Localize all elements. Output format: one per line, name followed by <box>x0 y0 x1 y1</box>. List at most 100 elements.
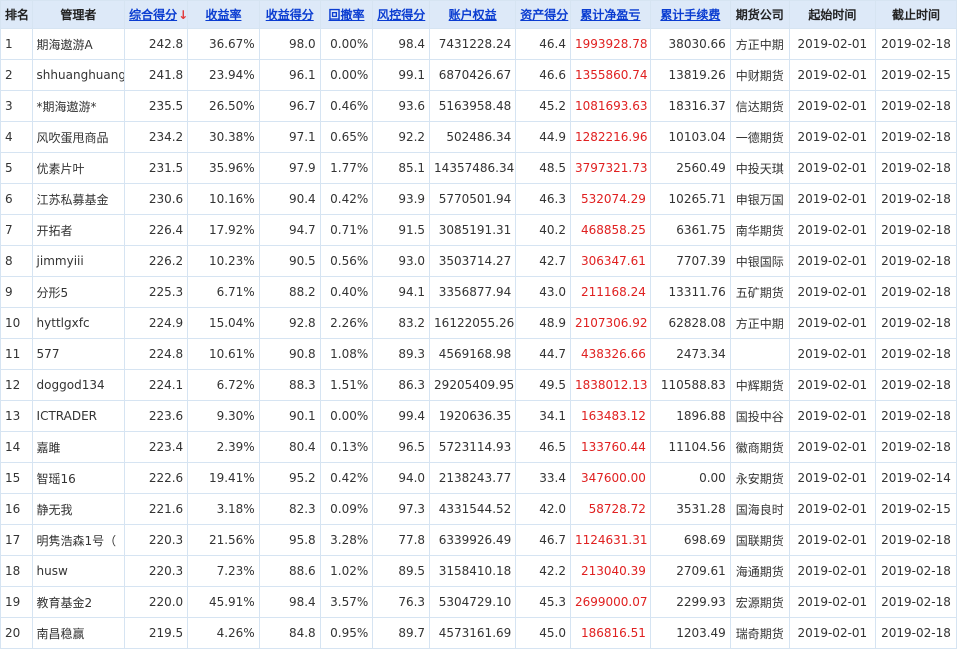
column-header-drawdown[interactable]: 回撤率 <box>319 0 374 29</box>
cell-asset-score: 42.7 <box>515 245 571 277</box>
column-header-label: 截止时间 <box>891 8 940 22</box>
column-header-return-rate[interactable]: 收益率 <box>187 0 260 29</box>
cell-total-score: 230.6 <box>124 183 189 215</box>
cell-fees: 2299.93 <box>649 586 731 618</box>
column-header-label[interactable]: 累计净盈亏 <box>580 8 640 22</box>
cell-manager: 风吹蛋甩商品 <box>31 121 126 153</box>
cell-risk-score: 93.0 <box>372 245 431 277</box>
column-header-label[interactable]: 资产得分 <box>520 8 568 22</box>
cell-end: 2019-02-15 <box>874 493 957 525</box>
column-header-label[interactable]: 累计手续费 <box>660 8 720 22</box>
cell-asset-score: 45.0 <box>515 617 571 649</box>
cell-return-score: 90.5 <box>258 245 321 277</box>
cell-end: 2019-02-18 <box>874 90 957 122</box>
column-header-label: 管理者 <box>60 8 97 22</box>
cell-net-profit: 211168.24 <box>569 276 651 308</box>
column-header-label[interactable]: 账户权益 <box>449 8 497 22</box>
cell-equity: 3085191.31 <box>429 214 517 246</box>
cell-manager: hyttlgxfc <box>31 307 126 339</box>
cell-end: 2019-02-18 <box>874 431 957 463</box>
cell-start: 2019-02-01 <box>788 183 876 215</box>
column-header-net-profit[interactable]: 累计净盈亏 <box>569 0 651 29</box>
cell-drawdown: 0.95% <box>319 617 374 649</box>
cell-company: 中财期货 <box>729 59 790 91</box>
column-header-label[interactable]: 综合得分 <box>129 8 177 22</box>
cell-start: 2019-02-01 <box>788 307 876 339</box>
cell-return-rate: 26.50% <box>187 90 260 122</box>
cell-return-score: 92.8 <box>258 307 321 339</box>
cell-total-score: 223.4 <box>124 431 189 463</box>
cell-rank: 8 <box>0 245 33 277</box>
cell-rank: 18 <box>0 555 33 587</box>
column-header-fees[interactable]: 累计手续费 <box>649 0 731 29</box>
cell-return-rate: 7.23% <box>187 555 260 587</box>
cell-equity: 5770501.94 <box>429 183 517 215</box>
cell-start: 2019-02-01 <box>788 28 876 60</box>
cell-net-profit: 186816.51 <box>569 617 651 649</box>
cell-asset-score: 46.4 <box>515 28 571 60</box>
cell-end: 2019-02-18 <box>874 586 957 618</box>
column-header-label[interactable]: 收益得分 <box>266 8 314 22</box>
cell-manager: 南昌稳赢 <box>31 617 126 649</box>
cell-net-profit: 1993928.78 <box>569 28 651 60</box>
cell-rank: 2 <box>0 59 33 91</box>
column-header-equity[interactable]: 账户权益 <box>429 0 517 29</box>
cell-return-score: 96.7 <box>258 90 321 122</box>
cell-return-score: 98.4 <box>258 586 321 618</box>
cell-end: 2019-02-18 <box>874 276 957 308</box>
cell-total-score: 241.8 <box>124 59 189 91</box>
cell-fees: 2560.49 <box>649 152 731 184</box>
column-header-label[interactable]: 回撤率 <box>328 8 364 22</box>
column-header-asset-score[interactable]: 资产得分 <box>515 0 571 29</box>
cell-end: 2019-02-18 <box>874 555 957 587</box>
cell-net-profit: 306347.61 <box>569 245 651 277</box>
cell-return-rate: 21.56% <box>187 524 260 556</box>
cell-start: 2019-02-01 <box>788 400 876 432</box>
cell-end: 2019-02-18 <box>874 524 957 556</box>
cell-end: 2019-02-18 <box>874 121 957 153</box>
cell-start: 2019-02-01 <box>788 524 876 556</box>
cell-company: 方正中期 <box>729 28 790 60</box>
cell-total-score: 224.9 <box>124 307 189 339</box>
cell-risk-score: 94.0 <box>372 462 431 494</box>
cell-start: 2019-02-01 <box>788 152 876 184</box>
cell-company: 中辉期货 <box>729 369 790 401</box>
table-row: 6 江苏私募基金 230.6 10.16% 90.4 0.42% 93.9 5770501.9… <box>0 183 957 215</box>
cell-end: 2019-02-18 <box>874 400 957 432</box>
cell-end: 2019-02-18 <box>874 152 957 184</box>
cell-rank: 15 <box>0 462 33 494</box>
cell-asset-score: 34.1 <box>515 400 571 432</box>
cell-risk-score: 83.2 <box>372 307 431 339</box>
cell-manager: *期海遨游* <box>31 90 126 122</box>
cell-return-rate: 10.23% <box>187 245 260 277</box>
leaderboard-table: 排名 管理者 综合得分↓ 收益率 收益得分 回撤率 风控得分 账户权益 资产得分 累计净盈亏 累计手… <box>0 0 957 649</box>
cell-drawdown: 0.00% <box>319 400 374 432</box>
sort-descending-icon[interactable]: ↓ <box>178 8 187 22</box>
table-row: 3 *期海遨游* 235.5 26.50% 96.7 0.46% 93.6 5163958.4… <box>0 90 957 122</box>
cell-company: 中投天琪 <box>729 152 790 184</box>
cell-asset-score: 46.5 <box>515 431 571 463</box>
column-header-label[interactable]: 收益率 <box>205 8 241 22</box>
cell-equity: 5163958.48 <box>429 90 517 122</box>
column-header-total-score[interactable]: 综合得分↓ <box>124 0 189 29</box>
table-row: 15 智瑶16 222.6 19.41% 95.2 0.42% 94.0 2138243.77… <box>0 462 957 494</box>
cell-equity: 14357486.34 <box>429 152 517 184</box>
cell-company: 宏源期货 <box>729 586 790 618</box>
cell-return-score: 82.3 <box>258 493 321 525</box>
cell-drawdown: 0.09% <box>319 493 374 525</box>
table-body: 1 期海遨游A 242.8 36.67% 98.0 0.00% 98.4 7431228.24… <box>0 28 957 649</box>
cell-net-profit: 1081693.63 <box>569 90 651 122</box>
cell-fees: 7707.39 <box>649 245 731 277</box>
cell-start: 2019-02-01 <box>788 493 876 525</box>
cell-return-rate: 35.96% <box>187 152 260 184</box>
cell-manager: 教育基金2 <box>31 586 126 618</box>
cell-rank: 13 <box>0 400 33 432</box>
column-header-label[interactable]: 风控得分 <box>377 8 425 22</box>
column-header-end: 截止时间 <box>874 0 957 29</box>
cell-start: 2019-02-01 <box>788 338 876 370</box>
column-header-return-score[interactable]: 收益得分 <box>258 0 321 29</box>
column-header-risk-score[interactable]: 风控得分 <box>372 0 431 29</box>
cell-equity: 1920636.35 <box>429 400 517 432</box>
cell-manager: 分形5 <box>31 276 126 308</box>
cell-drawdown: 0.00% <box>319 28 374 60</box>
